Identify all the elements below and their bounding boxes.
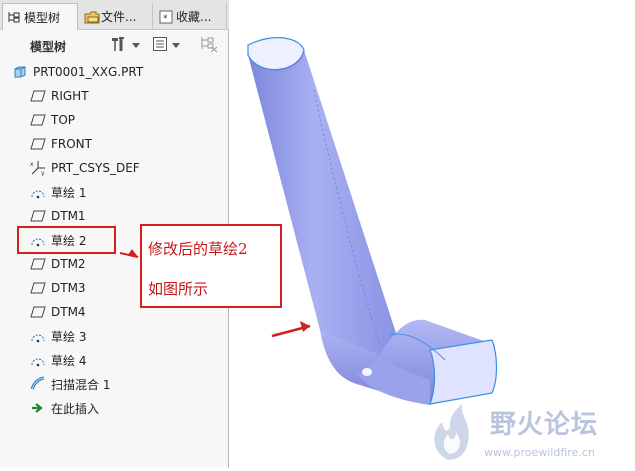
coordinate-system-icon: xy: [30, 160, 46, 176]
swept-blend-icon: [30, 376, 46, 392]
chevron-down-icon: [132, 42, 140, 48]
tab-files[interactable]: 文件...: [80, 3, 153, 30]
settings-button[interactable]: [110, 36, 140, 54]
datum-plane-icon: [30, 280, 46, 296]
tree-item-dtm1[interactable]: DTM1: [30, 206, 86, 226]
insert-here-arrow-icon: [30, 400, 46, 416]
tree-item-top[interactable]: TOP: [30, 110, 75, 130]
datum-plane-icon: [30, 208, 46, 224]
tree-item-sketch-3[interactable]: 草绘 3: [30, 326, 86, 346]
tab-favorites[interactable]: * 收藏...: [155, 3, 227, 30]
tree-item-label: PRT0001_XXG.PRT: [33, 65, 144, 79]
sketch-icon: [30, 328, 46, 344]
watermark-title: 野火论坛: [490, 410, 599, 440]
tree-item-label: 在此插入: [51, 401, 100, 416]
tree-item-label: DTM2: [51, 257, 86, 271]
folder-icon: [84, 10, 100, 24]
tree-item-csys[interactable]: xy PRT_CSYS_DEF: [30, 158, 140, 178]
datum-plane-icon: [30, 112, 46, 128]
tree-item-label: 草绘 1: [51, 185, 87, 200]
tree-item-insert-here[interactable]: 在此插入: [30, 398, 99, 418]
panel-tabs: 模型树 文件... * 收藏...: [0, 0, 229, 30]
filter-button[interactable]: [199, 36, 219, 54]
svg-text:y: y: [41, 170, 45, 176]
tree-item-label: DTM1: [51, 209, 86, 223]
annotation-line-1: 修改后的草绘2: [148, 240, 248, 258]
annotation-line-2: 如图所示: [148, 280, 209, 298]
tools-icon: [110, 35, 128, 56]
datum-plane-icon: [30, 304, 46, 320]
annotation-arrow: [271, 321, 311, 338]
tree-item-dtm4[interactable]: DTM4: [30, 302, 86, 322]
tree-item-label: RIGHT: [51, 89, 89, 103]
toolbar-title: 模型树: [30, 40, 67, 54]
tree-item-label: 草绘 4: [51, 353, 87, 368]
tree-item-right[interactable]: RIGHT: [30, 86, 89, 106]
graphics-viewport[interactable]: [230, 0, 635, 468]
tab-label: 文件...: [101, 10, 137, 24]
chevron-down-icon: [172, 42, 180, 48]
list-view-icon: [152, 36, 168, 55]
favorites-icon: *: [159, 10, 173, 24]
tab-label: 模型树: [24, 10, 61, 25]
tree-item-swept-blend[interactable]: 扫描混合 1: [30, 374, 110, 394]
tree-filter-icon: [199, 35, 219, 56]
tree-item-dtm2[interactable]: DTM2: [30, 254, 86, 274]
tree-item-label: DTM4: [51, 305, 86, 319]
tree-item-label: 扫描混合 1: [51, 377, 111, 392]
model-tree-icon: [7, 10, 21, 24]
tree-item-label: TOP: [51, 113, 76, 127]
part-icon: [12, 64, 28, 80]
svg-text:x: x: [30, 161, 34, 168]
tree-item-label: PRT_CSYS_DEF: [51, 161, 140, 175]
datum-plane-icon: [30, 256, 46, 272]
annotation-box: 修改后的草绘2 如图所示: [140, 224, 282, 308]
tree-item-dtm3[interactable]: DTM3: [30, 278, 86, 298]
tree-item-label: DTM3: [51, 281, 86, 295]
tree-item-part[interactable]: PRT0001_XXG.PRT: [12, 62, 143, 82]
3d-model-view[interactable]: [230, 0, 635, 468]
forum-watermark: 野火论坛 www.proewildfire.cn: [428, 400, 635, 468]
tree-item-label: 草绘 3: [51, 329, 87, 344]
tab-label: 收藏...: [176, 10, 212, 24]
datum-plane-icon: [30, 88, 46, 104]
sketch-icon: [30, 352, 46, 368]
watermark-url: www.proewildfire.cn: [484, 446, 595, 459]
tree-item-front[interactable]: FRONT: [30, 134, 92, 154]
highlight-box-sketch-2: [17, 226, 116, 254]
tree-item-sketch-4[interactable]: 草绘 4: [30, 350, 86, 370]
tree-item-label: FRONT: [51, 137, 92, 151]
show-button[interactable]: [152, 36, 180, 54]
sketch-icon: [30, 184, 46, 200]
datum-plane-icon: [30, 136, 46, 152]
svg-text:*: *: [163, 14, 168, 24]
tree-toolbar: 模型树: [0, 32, 229, 58]
flame-logo-icon: [434, 404, 469, 460]
swept-blend-model[interactable]: [247, 37, 498, 405]
tab-model-tree[interactable]: 模型树: [2, 3, 78, 30]
tree-item-sketch-1[interactable]: 草绘 1: [30, 182, 86, 202]
